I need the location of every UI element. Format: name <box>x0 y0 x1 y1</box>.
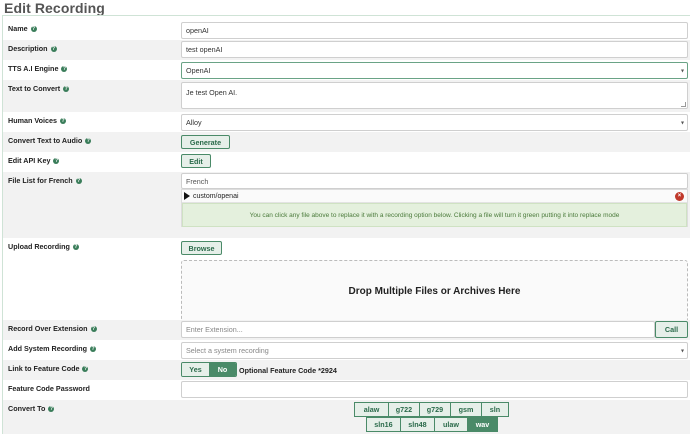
no-option[interactable]: No <box>209 363 236 376</box>
feature-code-password-label: Feature Code Password <box>8 384 90 393</box>
feature-code-toggle: Yes No <box>181 362 237 377</box>
add-system-recording-label: Add System Recording ? <box>8 344 97 353</box>
feature-code-note: Optional Feature Code *2924 <box>239 366 337 375</box>
name-input[interactable]: openAI <box>181 22 688 39</box>
chevron-down-icon: ▾ <box>680 120 684 126</box>
human-voices-select[interactable]: Alloy ▾ <box>181 114 688 131</box>
convert-text-label: Convert Text to Audio ? <box>8 136 92 145</box>
row-feature-code-password: Feature Code Password <box>3 380 690 400</box>
text-to-convert-textarea[interactable]: Je test Open AI. <box>181 82 688 109</box>
format-sln[interactable]: sln <box>481 402 509 417</box>
row-upload: Upload Recording ? Browse Drop Multiple … <box>3 238 690 322</box>
file-item[interactable]: custom/openai × <box>182 190 687 203</box>
help-icon[interactable]: ? <box>53 157 60 164</box>
row-tts-engine: TTS A.I Engine ? OpenAI ▾ <box>3 60 690 80</box>
convert-to-label: Convert To ? <box>8 404 55 413</box>
description-label: Description ? <box>8 44 57 53</box>
format-g722[interactable]: g722 <box>388 402 420 417</box>
name-label: Name ? <box>8 24 37 33</box>
play-icon[interactable] <box>184 192 190 200</box>
browse-button[interactable]: Browse <box>181 241 222 255</box>
record-over-extension-label: Record Over Extension ? <box>8 324 97 333</box>
link-feature-code-label: Link to Feature Code ? <box>8 364 89 373</box>
help-icon[interactable]: ? <box>72 243 79 250</box>
file-list-label: File List for French ? <box>8 176 82 185</box>
help-icon[interactable]: ? <box>60 117 66 124</box>
description-input[interactable]: test openAI <box>181 41 688 58</box>
system-recording-select[interactable]: Select a system recording ▾ <box>181 342 688 359</box>
help-icon[interactable]: ? <box>75 177 82 184</box>
edit-api-key-label: Edit API Key ? <box>8 156 60 165</box>
row-text-to-convert: Text to Convert ? Je test Open AI. <box>3 80 690 112</box>
chevron-down-icon: ▾ <box>680 68 684 74</box>
help-icon[interactable]: ? <box>90 325 97 332</box>
tts-engine-select[interactable]: OpenAI ▾ <box>181 62 688 79</box>
file-list: custom/openai × You can click any file a… <box>181 189 688 227</box>
resize-handle-icon[interactable] <box>681 102 686 107</box>
format-sln48[interactable]: sln48 <box>400 417 435 432</box>
dropzone[interactable]: Drop Multiple Files or Archives Here <box>181 260 688 322</box>
row-add-system-recording: Add System Recording ? Select a system r… <box>3 340 690 360</box>
feature-code-password-input[interactable] <box>181 381 688 398</box>
extension-input[interactable]: Enter Extension... <box>181 321 655 338</box>
row-description: Description ? test openAI <box>3 40 690 60</box>
chevron-down-icon: ▾ <box>680 348 684 354</box>
row-name: Name ? openAI <box>3 20 690 40</box>
format-sln16[interactable]: sln16 <box>366 417 401 432</box>
generate-button[interactable]: Generate <box>181 135 230 149</box>
row-convert-text: Convert Text to Audio ? Generate <box>3 132 690 152</box>
remove-icon[interactable]: × <box>675 192 684 201</box>
row-edit-api-key: Edit API Key ? Edit <box>3 152 690 172</box>
text-to-convert-label: Text to Convert ? <box>8 84 70 93</box>
help-icon[interactable]: ? <box>61 65 68 72</box>
page-title: Edit Recording <box>4 0 105 16</box>
tts-engine-label: TTS A.I Engine ? <box>8 64 68 73</box>
help-icon[interactable]: ? <box>85 137 92 144</box>
replace-info-message: You can click any file above to replace … <box>182 203 687 227</box>
row-record-over-extension: Record Over Extension ? Enter Extension.… <box>3 320 690 340</box>
format-g729[interactable]: g729 <box>419 402 451 417</box>
help-icon[interactable]: ? <box>90 345 97 352</box>
yes-option[interactable]: Yes <box>182 363 209 376</box>
help-icon[interactable]: ? <box>30 25 37 32</box>
help-icon[interactable]: ? <box>48 405 55 412</box>
language-select[interactable]: French <box>181 173 688 189</box>
row-human-voices: Human Voices ? Alloy ▾ <box>3 112 690 132</box>
row-file-list: File List for French ? French custom/ope… <box>3 172 690 238</box>
edit-api-key-button[interactable]: Edit <box>181 154 211 168</box>
call-button[interactable]: Call <box>655 321 688 338</box>
format-gsm[interactable]: gsm <box>450 402 482 417</box>
format-alaw[interactable]: alaw <box>354 402 389 417</box>
format-wav[interactable]: wav <box>467 417 498 432</box>
help-icon[interactable]: ? <box>82 365 89 372</box>
human-voices-label: Human Voices ? <box>8 116 66 125</box>
row-convert-to: Convert To ? alaw g722 g729 gsm sln sln1… <box>3 400 690 434</box>
help-icon[interactable]: ? <box>50 45 57 52</box>
help-icon[interactable]: ? <box>63 85 70 92</box>
format-ulaw[interactable]: ulaw <box>434 417 468 432</box>
row-link-feature-code: Link to Feature Code ? Yes No Optional F… <box>3 360 690 380</box>
upload-label: Upload Recording ? <box>8 242 79 251</box>
